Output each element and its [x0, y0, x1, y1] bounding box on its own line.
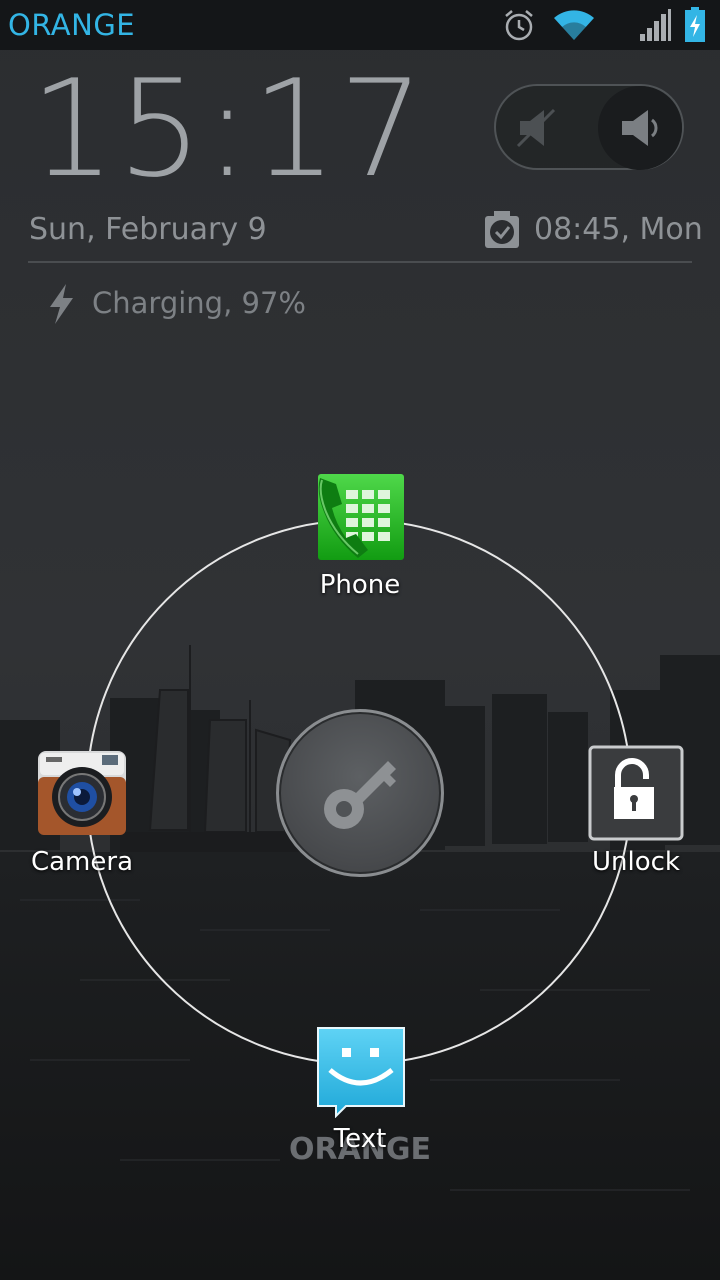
divider: [28, 261, 692, 263]
unlock-label: Unlock: [592, 847, 680, 877]
status-bar: ORANGE: [0, 0, 720, 50]
phone-label: Phone: [319, 570, 401, 600]
unlock-padlock-icon[interactable]: [588, 745, 684, 841]
camera-app-icon[interactable]: [36, 747, 128, 837]
next-alarm-text: 08:45, Mon: [534, 212, 703, 247]
sound-muted-icon: [516, 108, 556, 148]
camera-label: Camera: [30, 847, 134, 877]
signal-icon: [640, 9, 671, 41]
sound-on-icon: [622, 110, 658, 146]
charging-bolt-icon: [50, 284, 73, 324]
wifi-icon: [554, 10, 594, 40]
lockscreen-date: Sun, February 9: [29, 212, 267, 247]
charging-status: Charging, 97%: [92, 286, 306, 320]
next-alarm-icon: [485, 211, 519, 248]
phone-app-icon[interactable]: [314, 472, 406, 562]
key-icon: [324, 761, 396, 829]
battery-charging-icon: [685, 7, 705, 42]
alarm-icon: [505, 10, 533, 41]
carrier-name: ORANGE: [8, 8, 136, 42]
text-label: Text: [333, 1124, 387, 1154]
lockscreen-clock: 15:17: [30, 51, 427, 207]
messaging-app-icon[interactable]: [316, 1026, 406, 1118]
